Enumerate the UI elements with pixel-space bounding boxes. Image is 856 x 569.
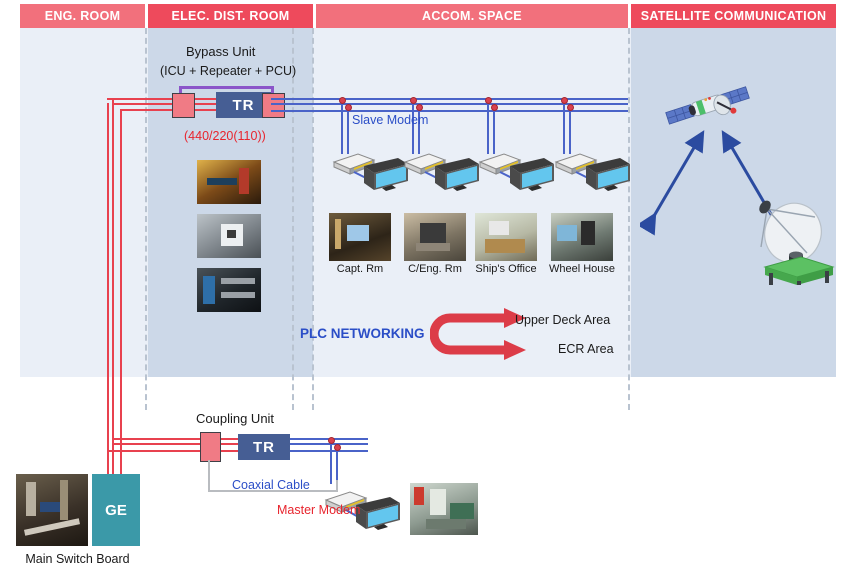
power-cable-riser-a [107, 103, 109, 503]
signal-tr-stub-2 [271, 103, 283, 105]
elec-photo-2 [197, 214, 261, 258]
power-cable-lower-h2 [112, 443, 200, 445]
power-cable-upper-h3 [120, 109, 172, 111]
signal-tr-stub-1 [271, 98, 283, 100]
zone-header-bar: ENG. ROOM ELEC. DIST. ROOM ACCOM. SPACE … [20, 4, 836, 28]
bypass-tr-label: TR [232, 96, 255, 114]
bypass-input-coupler [172, 93, 195, 118]
power-cable-corner-c [120, 109, 124, 111]
main-switch-board-photo [16, 474, 88, 546]
signal-tap-4a [561, 97, 568, 104]
zone-header-label: ENG. ROOM [44, 9, 121, 23]
zone-header-label: SATELLITE COMMUNICATION [640, 9, 827, 23]
bypass-unit-subtitle: (ICU + Repeater + PCU) [160, 64, 297, 78]
signal-tap-2b [416, 104, 423, 111]
power-cable-coupler-tr-2 [218, 443, 238, 445]
room-caption-ships-office: Ship's Office [475, 263, 537, 275]
bypass-bridge-top [179, 86, 274, 89]
zone-header-accom-space: ACCOM. SPACE [316, 4, 628, 28]
zone-header-label: ACCOM. SPACE [422, 9, 522, 23]
room-photo-ceng-rm [404, 213, 466, 261]
room-photo-ships-office [475, 213, 537, 261]
plc-networking-label: PLC NETWORKING [300, 326, 425, 341]
workstation-group-1 [332, 153, 408, 191]
room-caption-ceng-rm: C/Eng. Rm [408, 263, 462, 275]
power-cable-upper-h1 [112, 98, 172, 100]
signal-bus-2 [282, 103, 628, 105]
bypass-output-coupler [262, 93, 285, 118]
master-modem-label: Master Modem [277, 503, 360, 518]
plc-target-ecr: ECR Area [558, 342, 614, 356]
zone-divider-3 [312, 28, 314, 410]
zone-header-label: ELEC. DIST. ROOM [171, 9, 290, 23]
slave-modem-label: Slave Modem [352, 113, 429, 128]
master-modem-label-text: Master Modem [277, 503, 361, 517]
signal-lower-tap-a [328, 437, 335, 444]
signal-lower-tap-b [334, 444, 341, 451]
ge-label: GE [105, 501, 127, 519]
signal-tap-4b [567, 104, 574, 111]
slave-modem-label-text: Slave Modem [352, 113, 429, 127]
ecr-room-photo [410, 483, 478, 535]
coupling-tr-box: TR [238, 434, 290, 460]
main-switch-board-ge-box: GE [92, 474, 140, 546]
bypass-voltage-label: (440/220(110)) [184, 129, 266, 143]
power-cable-upper-h2 [112, 103, 172, 105]
power-cable-corner-a [107, 98, 114, 100]
room-caption-wheel-house: Wheel House [548, 263, 616, 275]
signal-tap-2a [410, 97, 417, 104]
signal-tap-1b [345, 104, 352, 111]
power-cable-coupler-tr-1 [218, 438, 238, 440]
main-switch-board-caption: Main Switch Board [25, 552, 130, 566]
power-cable-lower-h3 [107, 450, 200, 452]
zone-header-satellite-communication: SATELLITE COMMUNICATION [631, 4, 836, 28]
workstation-group-2 [403, 153, 479, 191]
room-caption-capt-rm: Capt. Rm [336, 263, 384, 275]
signal-tap-3b [491, 104, 498, 111]
power-cable-coupler-tr-3 [218, 450, 238, 452]
coaxial-cable-label: Coaxial Cable [232, 478, 310, 492]
workstation-group-4 [554, 153, 630, 191]
signal-lower-bus-3 [290, 450, 368, 452]
coupling-unit-coupler [200, 432, 221, 462]
bypass-unit-title: Bypass Unit [186, 44, 256, 59]
coax-cable-vert-left [208, 460, 210, 492]
coupling-tr-label: TR [253, 438, 275, 456]
coupling-unit-title: Coupling Unit [196, 411, 275, 426]
plc-target-upper-deck: Upper Deck Area [515, 313, 611, 327]
zone-divider-4 [628, 28, 630, 410]
satellite-dish-icon [759, 200, 835, 285]
room-photo-wheel-house [551, 213, 613, 261]
signal-tap-3a [485, 97, 492, 104]
signal-tr-stub-3 [271, 110, 283, 112]
zone-divider-1 [145, 28, 147, 410]
elec-photo-1 [197, 160, 261, 204]
power-cable-lower-h1 [112, 438, 200, 440]
room-photo-capt-rm [329, 213, 391, 261]
signal-bus-3 [282, 110, 628, 112]
signal-bus-1 [282, 98, 628, 100]
zone-header-eng-room: ENG. ROOM [20, 4, 145, 28]
elec-photo-3 [197, 268, 261, 312]
workstation-group-3 [478, 153, 554, 191]
signal-tap-1a [339, 97, 346, 104]
zone-divider-2 [292, 28, 294, 410]
zone-header-elec-dist-room: ELEC. DIST. ROOM [148, 4, 313, 28]
